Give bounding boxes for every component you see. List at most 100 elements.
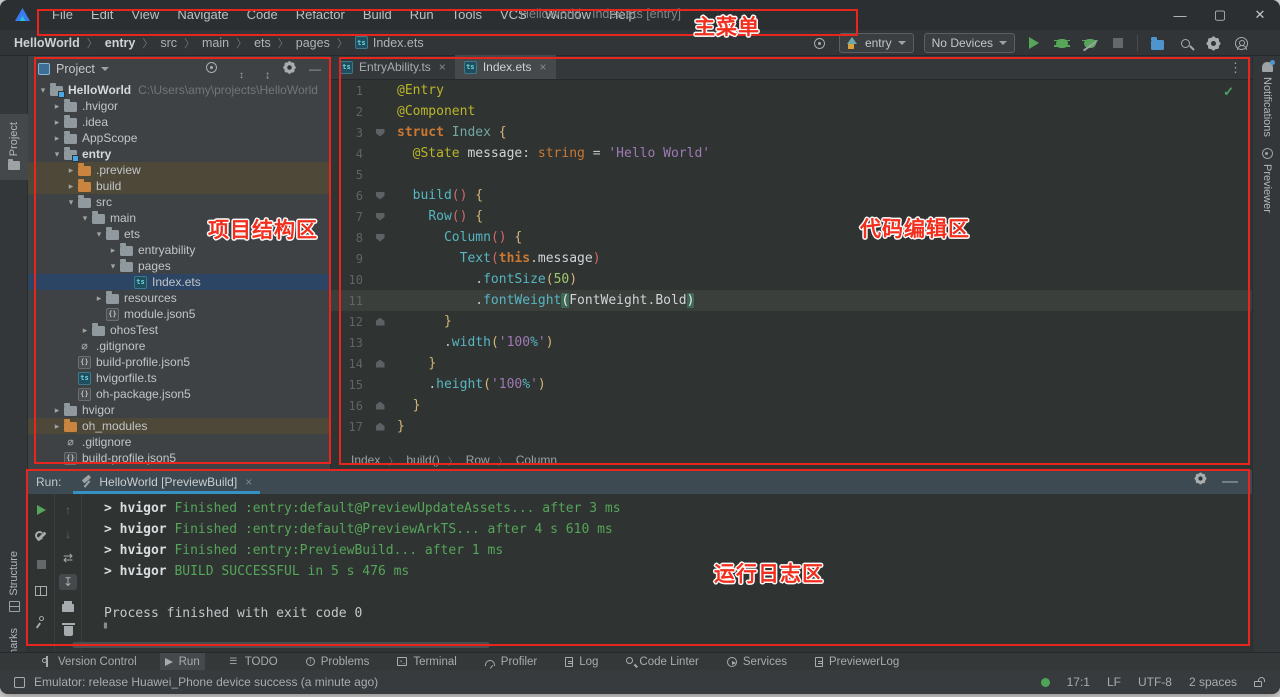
- menu-item-refactor[interactable]: Refactor: [287, 4, 354, 25]
- settings-gear-icon[interactable]: [1204, 34, 1222, 52]
- editor-tab-entryability-ts[interactable]: ts EntryAbility.ts ×: [331, 55, 455, 79]
- fold-marker-icon[interactable]: [363, 359, 397, 368]
- device-selector[interactable]: No Devices: [923, 33, 1015, 53]
- tree-row[interactable]: {} module.json5: [28, 306, 330, 322]
- tree-row[interactable]: ▸ .preview: [28, 162, 330, 178]
- tree-row[interactable]: ts hvigorfile.ts: [28, 370, 330, 386]
- code-line[interactable]: 4 @State message: string = 'Hello World': [331, 143, 1252, 164]
- encoding-indicator[interactable]: UTF-8: [1138, 675, 1172, 689]
- fold-marker-icon[interactable]: [363, 317, 397, 326]
- tree-row[interactable]: ▸ ohosTest: [28, 322, 330, 338]
- breadcrumb-item[interactable]: HelloWorld: [14, 36, 80, 50]
- breadcrumb-item[interactable]: entry: [105, 36, 136, 50]
- code-line[interactable]: 9 Text(this.message): [331, 248, 1252, 269]
- tree-chevron-icon[interactable]: ▸: [106, 245, 120, 256]
- tool-window-button-version-control[interactable]: Version Control: [36, 653, 142, 671]
- fold-marker-icon[interactable]: [363, 233, 397, 242]
- menu-item-navigate[interactable]: Navigate: [168, 4, 237, 25]
- tree-chevron-icon[interactable]: ▸: [78, 325, 92, 336]
- code-line[interactable]: 12 }: [331, 311, 1252, 332]
- clear-console-icon[interactable]: [59, 622, 77, 638]
- tree-row[interactable]: ∅ .gitignore: [28, 434, 330, 450]
- run-settings-gear-icon[interactable]: [1195, 473, 1206, 484]
- chevron-down-icon[interactable]: [100, 67, 109, 71]
- indent-indicator[interactable]: 2 spaces: [1189, 675, 1237, 689]
- tree-chevron-icon[interactable]: ▸: [50, 117, 64, 128]
- tree-chevron-icon[interactable]: ▸: [50, 133, 64, 144]
- module-selector[interactable]: entry: [838, 33, 914, 53]
- debug-button[interactable]: [1053, 34, 1071, 52]
- pin-tab-icon[interactable]: [32, 610, 50, 626]
- readonly-lock-icon[interactable]: [1254, 677, 1265, 687]
- down-stacktrace-icon[interactable]: ↓: [59, 526, 77, 542]
- tree-row[interactable]: ▾ ets: [28, 226, 330, 242]
- breadcrumb-item[interactable]: main: [202, 36, 229, 50]
- device-file-browser-icon[interactable]: [1148, 34, 1166, 52]
- locate-file-icon[interactable]: [204, 62, 218, 76]
- print-icon[interactable]: [59, 598, 77, 614]
- tree-chevron-icon[interactable]: ▾: [36, 85, 50, 96]
- editor-breadcrumb-item[interactable]: Column: [516, 453, 557, 467]
- tool-window-button-services[interactable]: Services: [722, 653, 792, 671]
- tree-row[interactable]: ▸ resources: [28, 290, 330, 306]
- account-icon[interactable]: [1232, 34, 1250, 52]
- modify-run-config-icon[interactable]: [32, 529, 50, 545]
- tool-window-button-previewerlog[interactable]: PreviewerLog: [810, 653, 904, 671]
- fold-marker-icon[interactable]: [363, 401, 397, 410]
- rerun-button[interactable]: [32, 502, 50, 518]
- tree-row[interactable]: ▸ hvigor: [28, 402, 330, 418]
- search-everywhere-icon[interactable]: [1176, 34, 1194, 52]
- tree-chevron-icon[interactable]: ▾: [50, 149, 64, 160]
- panel-settings-gear-icon[interactable]: [282, 62, 296, 76]
- tool-window-button-problems[interactable]: Problems: [301, 653, 375, 671]
- menu-item-edit[interactable]: Edit: [82, 4, 122, 25]
- menu-item-run[interactable]: Run: [401, 4, 443, 25]
- tree-row[interactable]: ▸ oh_modules: [28, 418, 330, 434]
- maximize-button[interactable]: ▢: [1200, 0, 1240, 30]
- editor-breadcrumb-item[interactable]: Index: [351, 453, 380, 467]
- tree-row[interactable]: ▾ pages: [28, 258, 330, 274]
- menu-item-view[interactable]: View: [122, 4, 168, 25]
- scroll-to-end-icon[interactable]: ↧: [59, 574, 77, 590]
- tree-chevron-icon[interactable]: ▾: [92, 229, 106, 240]
- editor-tab-options-icon[interactable]: ⋮: [1219, 60, 1252, 76]
- profile-debug-button[interactable]: [1081, 34, 1099, 52]
- tree-chevron-icon[interactable]: ▸: [50, 421, 64, 432]
- tree-row[interactable]: ▸ build: [28, 178, 330, 194]
- code-line[interactable]: 8 Column() {: [331, 227, 1252, 248]
- tree-row[interactable]: ▸ entryability: [28, 242, 330, 258]
- tool-window-button-todo[interactable]: TODO: [223, 653, 283, 671]
- sidebar-tab-previewer[interactable]: Previewer: [1253, 148, 1280, 213]
- tree-row[interactable]: ▸ .hvigor: [28, 98, 330, 114]
- code-line[interactable]: 3 struct Index {: [331, 122, 1252, 143]
- tool-window-button-terminal[interactable]: Terminal: [392, 653, 461, 671]
- fold-marker-icon[interactable]: [363, 212, 397, 221]
- project-view-selector[interactable]: Project: [56, 62, 95, 76]
- code-line[interactable]: 2 @Component: [331, 101, 1252, 122]
- close-icon[interactable]: ×: [245, 475, 252, 489]
- tool-window-button-run[interactable]: Run: [159, 652, 205, 671]
- code-line[interactable]: 13 .width('100%'): [331, 332, 1252, 353]
- tree-row[interactable]: {} oh-package.json5: [28, 386, 330, 402]
- stop-process-button[interactable]: [32, 556, 50, 572]
- code-line[interactable]: 10 .fontSize(50): [331, 269, 1252, 290]
- breadcrumb-item[interactable]: src: [160, 36, 177, 50]
- breadcrumb-item[interactable]: pages: [296, 36, 330, 50]
- code-line[interactable]: 11 .fontWeight(FontWeight.Bold): [331, 290, 1252, 311]
- tool-window-button-code-linter[interactable]: Code Linter: [621, 653, 703, 671]
- editor-tab-index-ets[interactable]: ts Index.ets ×: [454, 55, 556, 79]
- tree-chevron-icon[interactable]: ▾: [78, 213, 92, 224]
- code-line[interactable]: 16 }: [331, 395, 1252, 416]
- cursor-position[interactable]: 17:1: [1067, 675, 1090, 689]
- tree-row[interactable]: ▾ HelloWorld C:\Users\amy\projects\HelloWo…: [28, 82, 330, 98]
- tool-window-button-profiler[interactable]: Profiler: [480, 653, 542, 671]
- tree-row[interactable]: ▾ src: [28, 194, 330, 210]
- tree-chevron-icon[interactable]: ▸: [64, 165, 78, 176]
- minimize-button[interactable]: —: [1160, 0, 1200, 30]
- tree-chevron-icon[interactable]: ▸: [64, 181, 78, 192]
- hide-panel-icon[interactable]: —: [308, 62, 322, 76]
- menu-item-file[interactable]: File: [43, 4, 82, 25]
- close-button[interactable]: ✕: [1240, 0, 1280, 30]
- tree-row[interactable]: ▸ AppScope: [28, 130, 330, 146]
- tree-row[interactable]: ▾ entry: [28, 146, 330, 162]
